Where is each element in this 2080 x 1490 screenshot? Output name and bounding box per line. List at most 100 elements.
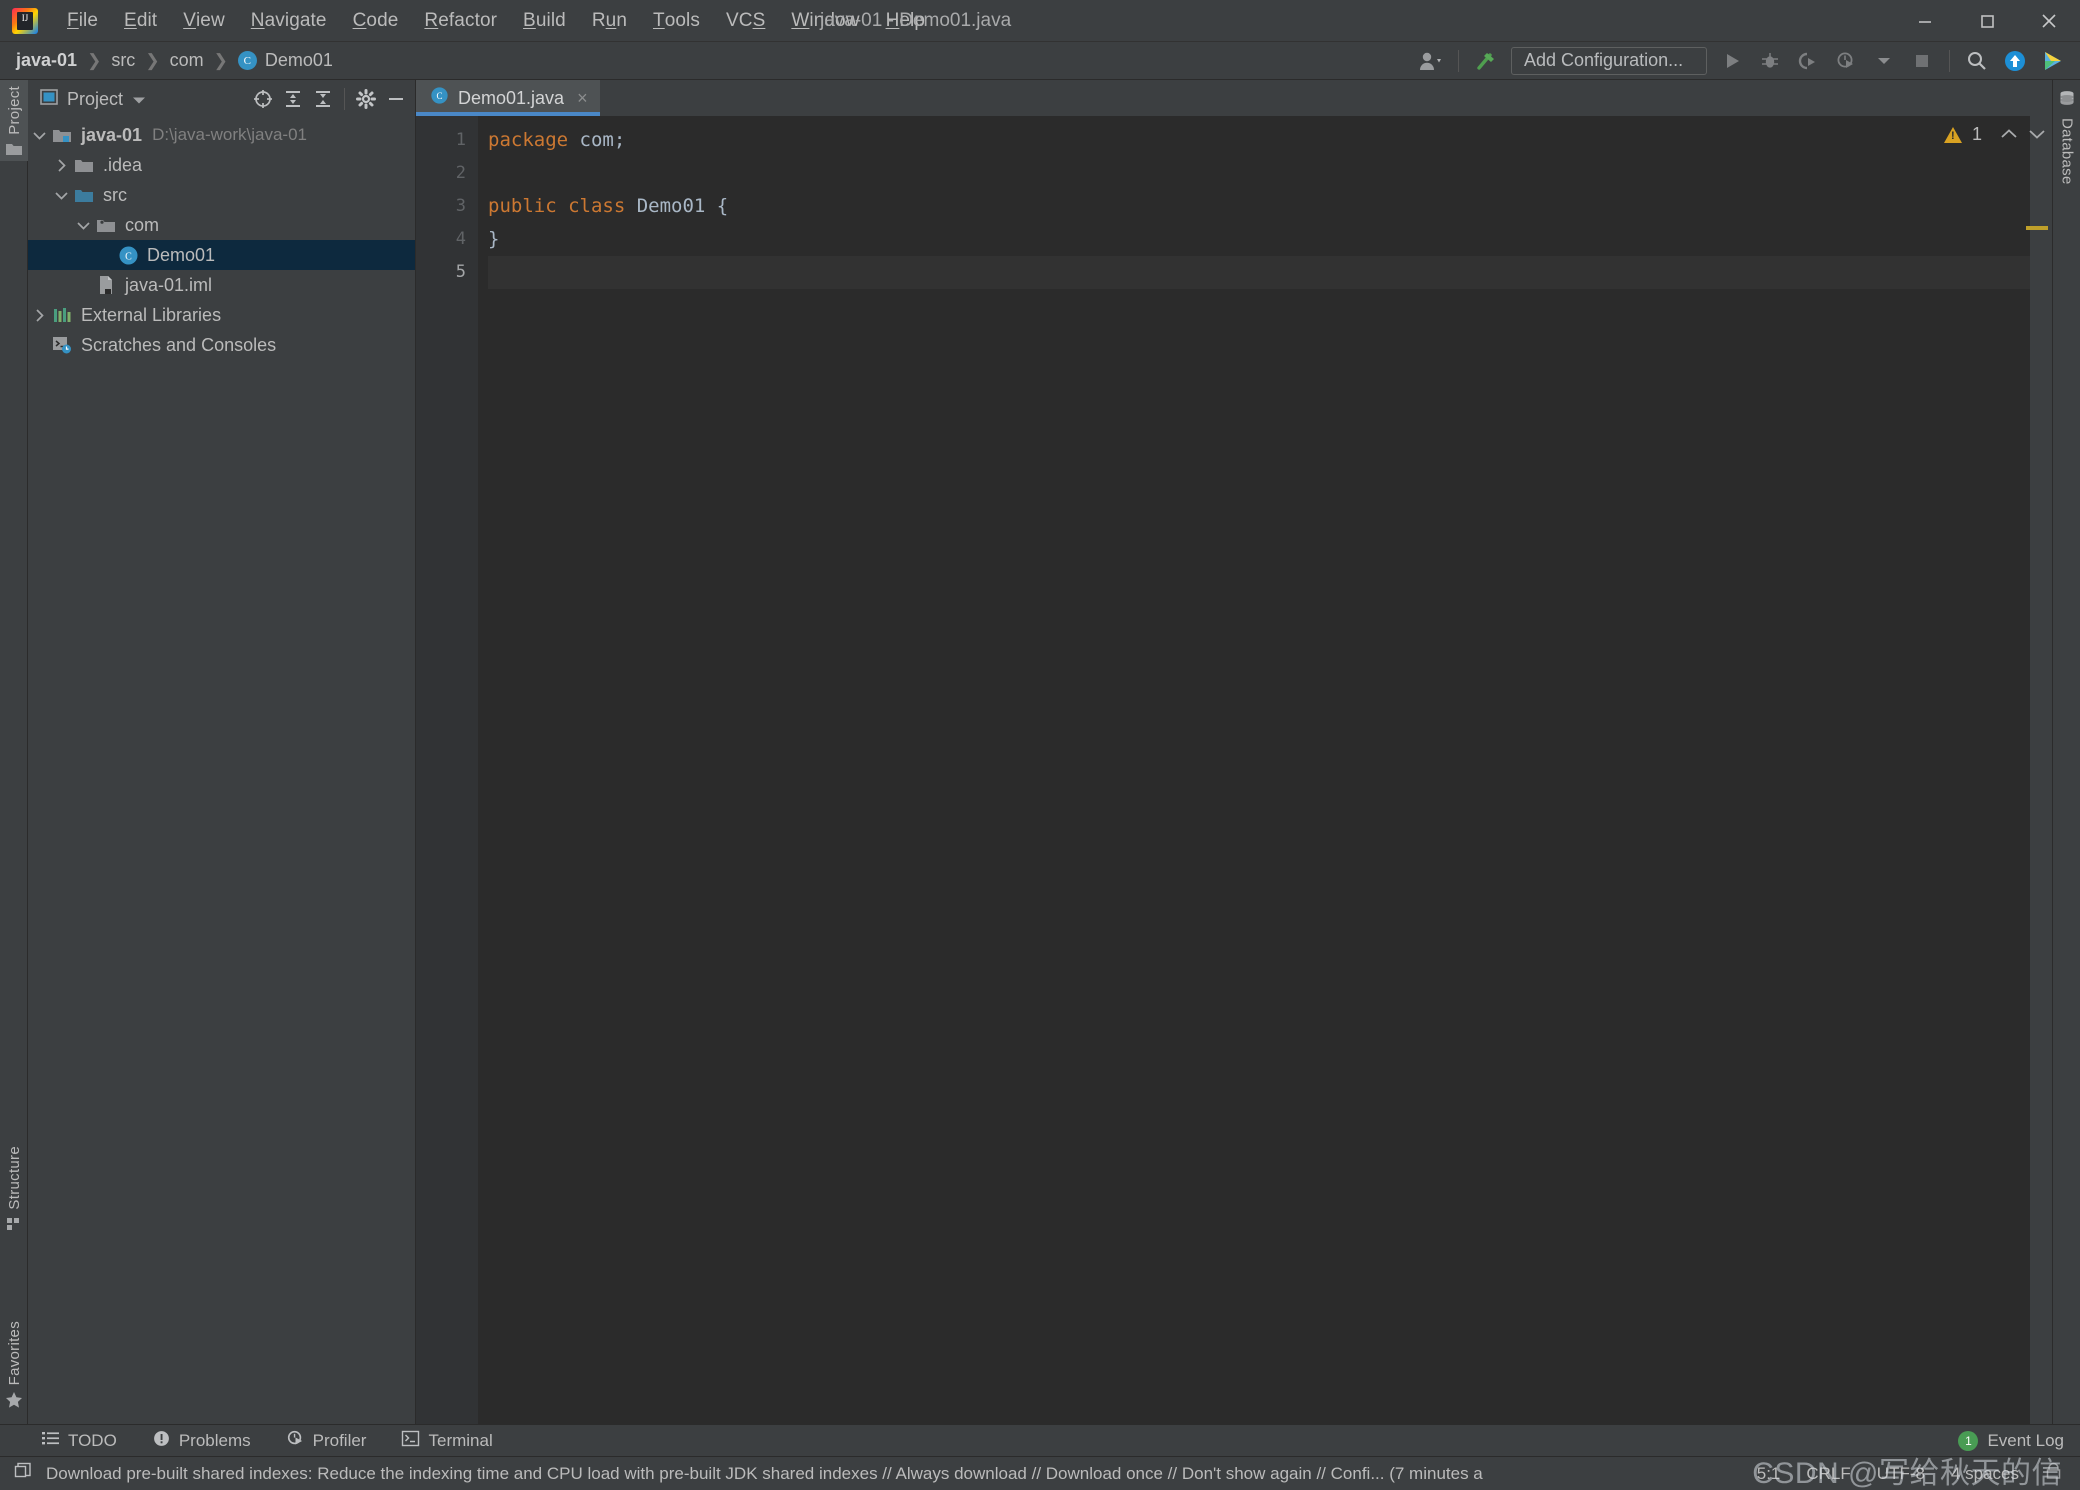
caret-position[interactable]: 5:1	[1757, 1464, 1781, 1484]
sidebar-tab-favorites[interactable]: Favorites	[0, 1315, 28, 1413]
tree-node-java-01[interactable]: java-01 D:\java-work\java-01	[28, 120, 415, 150]
breadcrumb-item-com[interactable]: com	[170, 50, 204, 71]
project-folder-icon	[5, 141, 23, 161]
line-number: 4	[416, 223, 466, 256]
menu-item-build[interactable]: Build	[510, 0, 579, 41]
menu-label: ile	[79, 10, 98, 32]
tool-button-todo[interactable]: TODO	[42, 1431, 117, 1451]
tree-node-src[interactable]: src	[28, 180, 415, 210]
code-editor: 1 2 3 4 5 package com; public class Demo…	[416, 116, 2052, 1424]
menu-bar: File Edit View Navigate Code Refactor Bu…	[54, 0, 938, 41]
inspection-widget[interactable]: 1	[1944, 124, 2046, 145]
update-project-icon[interactable]	[1996, 42, 2034, 79]
chevron-down-icon[interactable]	[132, 89, 146, 110]
sidebar-tab-project[interactable]: Project	[0, 80, 28, 161]
editor-area: C Demo01.java × 1 2 3 4 5 package com;	[416, 80, 2052, 1424]
menu-item-navigate[interactable]: Navigate	[238, 0, 340, 41]
code-line-5	[488, 256, 2030, 289]
breadcrumb-item-src[interactable]: src	[111, 50, 135, 71]
close-icon[interactable]: ×	[577, 88, 588, 109]
chevron-down-icon[interactable]	[1865, 42, 1903, 79]
profiler-icon[interactable]	[1827, 42, 1865, 79]
chevron-down-icon[interactable]	[50, 191, 72, 200]
profiler-icon	[287, 1430, 304, 1452]
code-token-text: com;	[568, 129, 625, 151]
tree-node-idea[interactable]: .idea	[28, 150, 415, 180]
breadcrumb-separator-icon: ❯	[87, 51, 101, 71]
breadcrumb-item-class[interactable]: C Demo01	[238, 50, 333, 71]
menu-item-tools[interactable]: Tools	[640, 0, 713, 41]
code-token-text: }	[488, 228, 499, 250]
tree-node-com[interactable]: com	[28, 210, 415, 240]
tree-node-iml[interactable]: java-01.iml	[28, 270, 415, 300]
line-number: 3	[416, 190, 466, 223]
expand-all-icon[interactable]	[278, 84, 308, 114]
minimize-button[interactable]	[1894, 0, 1956, 41]
tree-node-scratches[interactable]: Scratches and Consoles	[28, 330, 415, 360]
account-icon[interactable]	[1412, 42, 1450, 79]
collapse-all-icon[interactable]	[308, 84, 338, 114]
project-panel-title[interactable]: Project	[40, 89, 146, 110]
breadcrumb: java-01 ❯ src ❯ com ❯ C Demo01	[0, 50, 333, 71]
line-separator[interactable]: CRLF	[1806, 1464, 1850, 1484]
menu-item-vcs[interactable]: VCS	[713, 0, 778, 41]
tree-node-label: java-01.iml	[125, 275, 212, 296]
breadcrumb-item-project[interactable]: java-01	[16, 50, 77, 71]
maximize-button[interactable]	[1956, 0, 2018, 41]
select-opened-file-icon[interactable]	[248, 84, 278, 114]
tool-window-bar: TODO Problems Profiler	[0, 1424, 2080, 1456]
event-log-button[interactable]: 1 Event Log	[1958, 1431, 2064, 1451]
sidebar-tab-favorites-label: Favorites	[6, 1315, 23, 1391]
settings-gear-icon[interactable]	[351, 84, 381, 114]
debug-icon[interactable]	[1751, 42, 1789, 79]
tool-button-profiler[interactable]: Profiler	[287, 1430, 367, 1452]
menu-item-code[interactable]: Code	[340, 0, 412, 41]
error-stripe-marker-column[interactable]	[2030, 116, 2052, 1424]
chevron-right-icon[interactable]	[28, 309, 50, 322]
build-hammer-icon[interactable]	[1467, 42, 1505, 79]
source-folder-icon	[72, 187, 96, 204]
search-everywhere-icon[interactable]	[1958, 42, 1996, 79]
menu-item-edit[interactable]: Edit	[111, 0, 170, 41]
editor-tab-demo01-java[interactable]: C Demo01.java ×	[416, 80, 600, 116]
run-configuration-selector[interactable]: Add Configuration...	[1511, 47, 1707, 75]
chevron-right-icon[interactable]	[50, 159, 72, 172]
sidebar-tab-project-label: Project	[6, 80, 23, 141]
close-button[interactable]	[2018, 0, 2080, 41]
menu-item-run[interactable]: Run	[579, 0, 640, 41]
file-encoding[interactable]: UTF-8	[1877, 1464, 1925, 1484]
code-line-4: }	[488, 223, 2030, 256]
tree-node-demo01[interactable]: C Demo01	[28, 240, 415, 270]
structure-icon	[6, 1216, 22, 1236]
tree-node-label: Scratches and Consoles	[81, 335, 276, 356]
run-with-coverage-icon[interactable]	[1789, 42, 1827, 79]
chevron-down-icon[interactable]	[72, 221, 94, 230]
menu-item-refactor[interactable]: Refactor	[411, 0, 510, 41]
database-icon	[2058, 90, 2076, 112]
tree-node-label: .idea	[103, 155, 142, 176]
tool-button-terminal[interactable]: Terminal	[402, 1431, 492, 1451]
chevron-up-icon[interactable]	[2000, 124, 2018, 145]
menu-item-file[interactable]: File	[54, 0, 111, 41]
hide-panel-icon[interactable]	[381, 84, 411, 114]
read-only-toggle-icon[interactable]	[2045, 1463, 2062, 1485]
left-tool-rail: Project Structure Favorites	[0, 80, 28, 1424]
warning-stripe-marker[interactable]	[2026, 226, 2048, 230]
chevron-down-icon[interactable]	[28, 131, 50, 140]
menu-item-view[interactable]: View	[170, 0, 238, 41]
status-bar-right: 5:1 CRLF UTF-8 4 spaces	[1757, 1463, 2062, 1485]
code-token-keyword: package	[488, 129, 568, 151]
line-number: 2	[416, 157, 466, 190]
code-content[interactable]: package com; public class Demo01 { }	[478, 116, 2030, 1424]
indent-setting[interactable]: 4 spaces	[1951, 1464, 2019, 1484]
chevron-down-icon[interactable]	[2028, 124, 2046, 145]
memory-indicator-icon[interactable]	[14, 1462, 32, 1485]
tool-button-problems[interactable]: Problems	[153, 1430, 251, 1452]
ide-features-trainer-icon[interactable]	[2034, 42, 2072, 79]
stop-icon[interactable]	[1903, 42, 1941, 79]
tree-node-external-libraries[interactable]: External Libraries	[28, 300, 415, 330]
sidebar-tab-structure[interactable]: Structure	[0, 1140, 28, 1236]
sidebar-tab-database[interactable]: Database	[2053, 80, 2080, 191]
run-icon[interactable]	[1713, 42, 1751, 79]
status-message[interactable]: Download pre-built shared indexes: Reduc…	[46, 1464, 1483, 1484]
